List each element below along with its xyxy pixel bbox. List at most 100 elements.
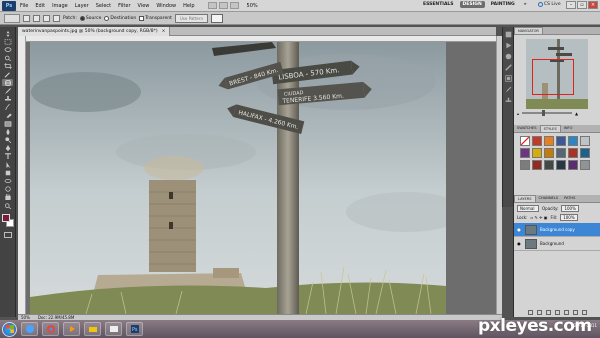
style-swatch[interactable] (580, 160, 590, 170)
layer-row-background[interactable]: ● Background (514, 237, 600, 251)
style-swatch[interactable] (568, 136, 578, 146)
blend-mode-select[interactable]: Normal (517, 205, 539, 212)
shape-tool[interactable] (2, 169, 13, 176)
menu-file[interactable]: File (20, 3, 28, 9)
type-tool[interactable] (2, 153, 13, 160)
style-swatch[interactable] (532, 148, 542, 158)
style-swatch[interactable] (544, 136, 554, 146)
menu-edit[interactable]: Edit (35, 3, 45, 9)
new-selection-icon[interactable] (23, 14, 30, 22)
style-swatch[interactable] (544, 148, 554, 158)
zoom-in-icon[interactable]: ▲ (575, 111, 578, 116)
link-layers-icon[interactable] (528, 310, 533, 315)
style-swatch[interactable] (532, 160, 542, 170)
adjustments-panel-button[interactable] (504, 63, 512, 71)
tab-layers[interactable]: LAYERS (514, 195, 536, 202)
workspace-painting[interactable]: PAINTING (488, 1, 518, 8)
3d-camera-tool[interactable] (2, 186, 13, 193)
hand-tool[interactable] (2, 194, 13, 201)
add-selection-icon[interactable] (33, 14, 40, 22)
tab-info[interactable]: INFO (561, 125, 576, 132)
taskbar-chrome[interactable] (42, 322, 59, 336)
crop-tool[interactable] (2, 63, 13, 70)
clone-source-panel-button[interactable] (504, 96, 512, 104)
menu-view[interactable]: View (138, 3, 150, 9)
brushes-panel-button[interactable] (504, 85, 512, 93)
3d-rotate-tool[interactable] (2, 177, 13, 184)
style-swatch[interactable] (580, 136, 590, 146)
masks-panel-button[interactable] (504, 74, 512, 82)
subtract-selection-icon[interactable] (43, 14, 50, 22)
opacity-field[interactable]: 100% (561, 205, 579, 212)
lock-icons[interactable]: ▫ ✎ ✛ ▣ (530, 215, 547, 220)
brush-tool[interactable] (2, 87, 13, 94)
foreground-color-swatch[interactable] (1, 214, 10, 223)
delete-layer-icon[interactable] (582, 310, 587, 315)
destination-radio[interactable]: Destination (104, 15, 136, 21)
workspace-essentials[interactable]: ESSENTIALS (420, 1, 457, 8)
layer-style-icon[interactable] (537, 310, 542, 315)
close-tab-icon[interactable]: × (162, 29, 166, 34)
dodge-tool[interactable] (2, 136, 13, 144)
document-canvas[interactable]: LISBOA - 570 Km. BREST - 840 Km. CIUDAD … (26, 42, 496, 314)
intersect-selection-icon[interactable] (53, 14, 60, 22)
history-brush-tool[interactable] (2, 104, 13, 111)
style-swatch[interactable] (544, 160, 554, 170)
tab-paths[interactable]: PATHS (561, 195, 578, 202)
navigator-zoom-slider[interactable] (522, 110, 573, 116)
menu-layer[interactable]: Layer (75, 3, 89, 9)
cs-live-button[interactable]: CS Live (538, 2, 561, 7)
tool-preset-picker[interactable] (4, 13, 20, 23)
start-button[interactable] (2, 321, 17, 337)
adjustment-layer-icon[interactable] (555, 310, 560, 315)
transparent-checkbox[interactable]: Transparent (139, 15, 172, 21)
lasso-tool[interactable] (2, 46, 13, 53)
navigator-view-box[interactable] (532, 59, 574, 95)
style-swatch[interactable] (556, 160, 566, 170)
close-button[interactable]: × (588, 1, 598, 9)
clone-stamp-tool[interactable] (2, 96, 13, 103)
bridge-icon[interactable] (207, 2, 217, 9)
layer-mask-icon[interactable] (546, 310, 551, 315)
workspace-more[interactable]: » (521, 1, 530, 8)
taskbar-mail[interactable] (105, 322, 122, 336)
tab-styles[interactable]: STYLES (539, 125, 561, 132)
source-radio[interactable]: Source (79, 15, 101, 21)
move-tool[interactable] (2, 30, 13, 37)
taskbar-explorer[interactable] (21, 322, 38, 336)
visibility-eye-icon[interactable]: ● (516, 241, 522, 247)
marquee-tool[interactable] (2, 38, 13, 45)
gradient-tool[interactable] (2, 120, 13, 127)
style-swatch[interactable] (568, 160, 578, 170)
style-swatch[interactable] (580, 148, 590, 158)
style-swatch[interactable] (556, 148, 566, 158)
tab-navigator[interactable]: NAVIGATOR (514, 27, 543, 34)
navigator-preview[interactable] (526, 39, 588, 109)
system-clock[interactable]: 26-11-2011 (574, 323, 597, 328)
style-swatch[interactable] (520, 148, 530, 158)
style-swatch-none[interactable] (520, 136, 530, 146)
taskbar-media[interactable] (63, 322, 80, 336)
patch-tool[interactable] (2, 79, 13, 87)
menu-filter[interactable]: Filter (118, 3, 130, 9)
workspace-design[interactable]: DESIGN (459, 1, 485, 8)
style-swatch[interactable] (520, 160, 530, 170)
history-panel-button[interactable] (504, 30, 512, 38)
color-panel-button[interactable] (504, 52, 512, 60)
visibility-eye-icon[interactable]: ● (516, 227, 522, 233)
menu-select[interactable]: Select (96, 3, 111, 9)
new-layer-icon[interactable] (573, 310, 578, 315)
left-ruler[interactable] (18, 36, 26, 314)
mini-bridge-icon[interactable] (218, 2, 228, 9)
eyedropper-tool[interactable] (2, 71, 13, 78)
use-pattern-button[interactable]: Use Pattern (174, 13, 208, 23)
style-swatch[interactable] (556, 136, 566, 146)
tab-channels[interactable]: CHANNELS (536, 195, 562, 202)
style-swatch[interactable] (568, 148, 578, 158)
actions-panel-button[interactable] (504, 41, 512, 49)
taskbar-photoshop[interactable]: Ps (126, 322, 143, 336)
path-selection-tool[interactable] (2, 161, 13, 168)
blur-tool[interactable] (2, 128, 13, 135)
new-group-icon[interactable] (564, 310, 569, 315)
style-swatch[interactable] (532, 136, 542, 146)
